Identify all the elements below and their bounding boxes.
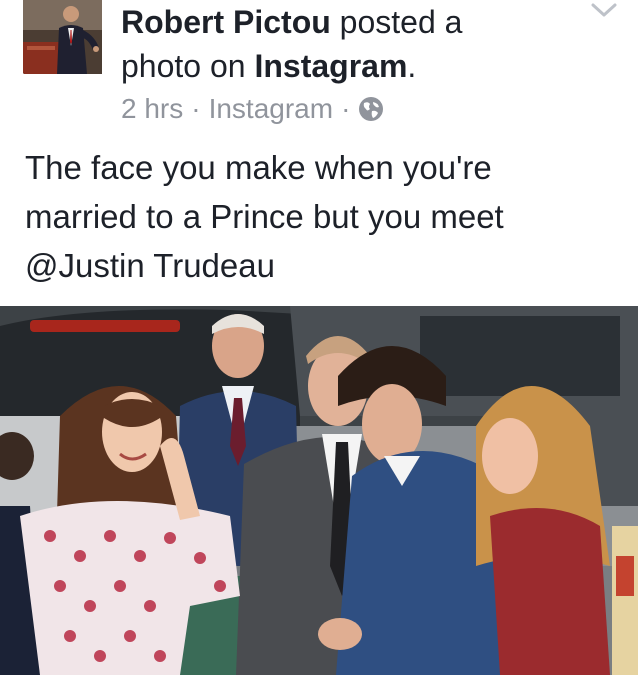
header-period: . bbox=[407, 48, 417, 84]
meta-separator: · bbox=[191, 93, 201, 124]
avatar-photo bbox=[23, 0, 102, 74]
action-text: posted a bbox=[339, 4, 463, 40]
chevron-down-icon[interactable] bbox=[590, 2, 618, 18]
post-meta: 2 hrs · Instagram · bbox=[121, 91, 384, 127]
post-header: Robert Pictou posted a photo on Instagra… bbox=[121, 0, 581, 88]
post-photo[interactable] bbox=[0, 306, 638, 675]
source-link[interactable]: Instagram bbox=[209, 93, 334, 124]
timestamp-link[interactable]: 2 hrs bbox=[121, 93, 183, 124]
post-text-line3: @Justin Trudeau bbox=[25, 247, 275, 284]
post-text: The face you make when you're married to… bbox=[25, 143, 625, 290]
globe-icon[interactable] bbox=[358, 95, 384, 121]
meta-separator-2: · bbox=[341, 93, 351, 124]
platform-link[interactable]: Instagram bbox=[254, 48, 407, 84]
post-photo-image bbox=[0, 306, 638, 675]
action-text-line2: photo on bbox=[121, 48, 246, 84]
author-avatar[interactable] bbox=[23, 0, 102, 74]
author-name-link[interactable]: Robert Pictou bbox=[121, 4, 331, 40]
post-text-line2: married to a Prince but you meet bbox=[25, 198, 504, 235]
post-text-line1: The face you make when you're bbox=[25, 149, 492, 186]
